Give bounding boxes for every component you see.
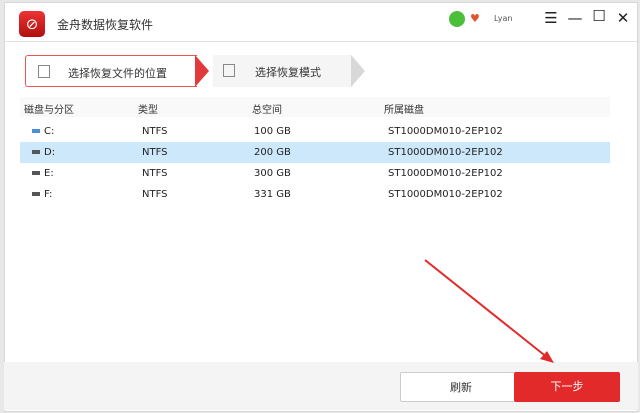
annotation-arrow bbox=[424, 259, 554, 363]
